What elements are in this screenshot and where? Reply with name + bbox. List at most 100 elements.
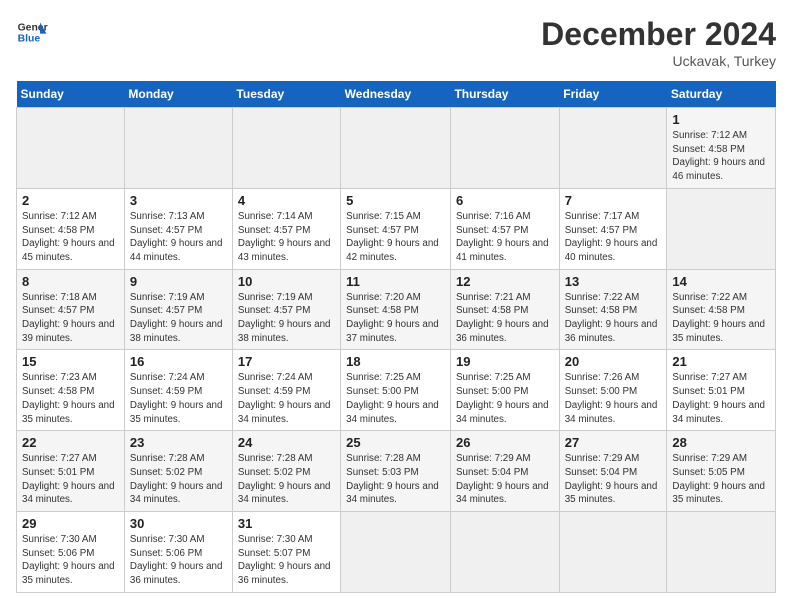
day-number: 15: [22, 354, 119, 369]
calendar-cell: 3Sunrise: 7:13 AMSunset: 4:57 PMDaylight…: [124, 188, 232, 269]
calendar-cell: 24Sunrise: 7:28 AMSunset: 5:02 PMDayligh…: [232, 431, 340, 512]
day-of-week-header: Wednesday: [341, 81, 451, 108]
day-info: Sunrise: 7:25 AMSunset: 5:00 PMDaylight:…: [456, 371, 554, 426]
day-of-week-header: Sunday: [17, 81, 125, 108]
calendar-cell: 31Sunrise: 7:30 AMSunset: 5:07 PMDayligh…: [232, 512, 340, 593]
day-info: Sunrise: 7:30 AMSunset: 5:07 PMDaylight:…: [238, 533, 335, 588]
calendar-cell: [559, 108, 667, 189]
calendar-cell: 16Sunrise: 7:24 AMSunset: 4:59 PMDayligh…: [124, 350, 232, 431]
calendar-cell: 6Sunrise: 7:16 AMSunset: 4:57 PMDaylight…: [450, 188, 559, 269]
day-info: Sunrise: 7:27 AMSunset: 5:01 PMDaylight:…: [672, 371, 770, 426]
calendar-cell: [667, 188, 776, 269]
calendar-table: SundayMondayTuesdayWednesdayThursdayFrid…: [16, 81, 776, 593]
calendar-cell: [450, 512, 559, 593]
calendar-cell: [232, 108, 340, 189]
calendar-cell: 26 Sunrise: 7:29 AMSunset: 5:04 PMDayligh…: [450, 431, 559, 512]
calendar-cell: 13 Sunrise: 7:22 AMSunset: 4:58 PMDayligh…: [559, 269, 667, 350]
day-number: 20: [565, 354, 662, 369]
calendar-cell: [667, 512, 776, 593]
calendar-cell: 17 Sunrise: 7:24 AMSunset: 4:59 PMDayligh…: [232, 350, 340, 431]
day-number: 18: [346, 354, 445, 369]
calendar-cell: [559, 512, 667, 593]
calendar-cell: 19 Sunrise: 7:25 AMSunset: 5:00 PMDayligh…: [450, 350, 559, 431]
calendar-week-row: 8Sunrise: 7:18 AMSunset: 4:57 PMDaylight…: [17, 269, 776, 350]
calendar-cell: 9Sunrise: 7:19 AMSunset: 4:57 PMDaylight…: [124, 269, 232, 350]
day-of-week-header: Tuesday: [232, 81, 340, 108]
day-info: Sunrise: 7:14 AMSunset: 4:57 PMDaylight:…: [238, 210, 335, 265]
header-section: General Blue December 2024 Uckavak, Turk…: [16, 16, 776, 69]
day-info: Sunrise: 7:30 AMSunset: 5:06 PMDaylight:…: [22, 533, 119, 588]
day-number: 16: [130, 354, 227, 369]
day-info: Sunrise: 7:21 AMSunset: 4:58 PMDaylight:…: [456, 291, 554, 346]
day-number: 26: [456, 435, 554, 450]
calendar-week-row: 29 Sunrise: 7:30 AMSunset: 5:06 PMDayligh…: [17, 512, 776, 593]
day-info: Sunrise: 7:28 AMSunset: 5:03 PMDaylight:…: [346, 452, 445, 507]
day-info: Sunrise: 7:20 AMSunset: 4:58 PMDaylight:…: [346, 291, 445, 346]
month-title: December 2024: [541, 16, 776, 53]
day-info: Sunrise: 7:17 AMSunset: 4:57 PMDaylight:…: [565, 210, 662, 265]
day-of-week-header: Monday: [124, 81, 232, 108]
calendar-cell: 18 Sunrise: 7:25 AMSunset: 5:00 PMDayligh…: [341, 350, 451, 431]
calendar-cell: 20 Sunrise: 7:26 AMSunset: 5:00 PMDayligh…: [559, 350, 667, 431]
calendar-cell: 2 Sunrise: 7:12 AMSunset: 4:58 PMDaylight…: [17, 188, 125, 269]
calendar-cell: 30 Sunrise: 7:30 AMSunset: 5:06 PMDayligh…: [124, 512, 232, 593]
day-number: 24: [238, 435, 335, 450]
day-number: 3: [130, 193, 227, 208]
day-info: Sunrise: 7:29 AMSunset: 5:04 PMDaylight:…: [565, 452, 662, 507]
day-number: 1: [672, 112, 770, 127]
day-info: Sunrise: 7:22 AMSunset: 4:58 PMDaylight:…: [565, 291, 662, 346]
day-info: Sunrise: 7:29 AMSunset: 5:05 PMDaylight:…: [672, 452, 770, 507]
calendar-cell: 28 Sunrise: 7:29 AMSunset: 5:05 PMDayligh…: [667, 431, 776, 512]
calendar-cell: [17, 108, 125, 189]
calendar-cell: 23Sunrise: 7:28 AMSunset: 5:02 PMDayligh…: [124, 431, 232, 512]
day-info: Sunrise: 7:29 AMSunset: 5:04 PMDaylight:…: [456, 452, 554, 507]
calendar-cell: 11Sunrise: 7:20 AMSunset: 4:58 PMDayligh…: [341, 269, 451, 350]
day-number: 21: [672, 354, 770, 369]
day-number: 2: [22, 193, 119, 208]
day-info: Sunrise: 7:15 AMSunset: 4:57 PMDaylight:…: [346, 210, 445, 265]
calendar-cell: 14Sunrise: 7:22 AMSunset: 4:58 PMDayligh…: [667, 269, 776, 350]
day-info: Sunrise: 7:12 AMSunset: 4:58 PMDaylight:…: [672, 129, 770, 184]
day-number: 30: [130, 516, 227, 531]
calendar-cell: [341, 512, 451, 593]
day-info: Sunrise: 7:26 AMSunset: 5:00 PMDaylight:…: [565, 371, 662, 426]
calendar-cell: 27 Sunrise: 7:29 AMSunset: 5:04 PMDayligh…: [559, 431, 667, 512]
day-number: 12: [456, 274, 554, 289]
calendar-cell: 12 Sunrise: 7:21 AMSunset: 4:58 PMDayligh…: [450, 269, 559, 350]
day-number: 17: [238, 354, 335, 369]
day-info: Sunrise: 7:19 AMSunset: 4:57 PMDaylight:…: [238, 291, 335, 346]
location: Uckavak, Turkey: [541, 53, 776, 69]
title-block: December 2024 Uckavak, Turkey: [541, 16, 776, 69]
day-info: Sunrise: 7:27 AMSunset: 5:01 PMDaylight:…: [22, 452, 119, 507]
day-number: 28: [672, 435, 770, 450]
day-of-week-header: Saturday: [667, 81, 776, 108]
day-number: 29: [22, 516, 119, 531]
calendar-cell: 5 Sunrise: 7:15 AMSunset: 4:57 PMDaylight…: [341, 188, 451, 269]
day-info: Sunrise: 7:30 AMSunset: 5:06 PMDaylight:…: [130, 533, 227, 588]
day-number: 7: [565, 193, 662, 208]
day-info: Sunrise: 7:12 AMSunset: 4:58 PMDaylight:…: [22, 210, 119, 265]
calendar-cell: [124, 108, 232, 189]
calendar-cell: 10Sunrise: 7:19 AMSunset: 4:57 PMDayligh…: [232, 269, 340, 350]
header-row: SundayMondayTuesdayWednesdayThursdayFrid…: [17, 81, 776, 108]
day-number: 13: [565, 274, 662, 289]
calendar-cell: 8Sunrise: 7:18 AMSunset: 4:57 PMDaylight…: [17, 269, 125, 350]
day-of-week-header: Thursday: [450, 81, 559, 108]
calendar-cell: 21 Sunrise: 7:27 AMSunset: 5:01 PMDayligh…: [667, 350, 776, 431]
logo-icon: General Blue: [16, 16, 48, 48]
calendar-cell: 29 Sunrise: 7:30 AMSunset: 5:06 PMDayligh…: [17, 512, 125, 593]
calendar-cell: 15 Sunrise: 7:23 AMSunset: 4:58 PMDayligh…: [17, 350, 125, 431]
calendar-cell: 25Sunrise: 7:28 AMSunset: 5:03 PMDayligh…: [341, 431, 451, 512]
day-number: 14: [672, 274, 770, 289]
logo: General Blue: [16, 16, 48, 48]
day-number: 5: [346, 193, 445, 208]
day-number: 19: [456, 354, 554, 369]
svg-text:Blue: Blue: [18, 34, 41, 45]
day-info: Sunrise: 7:23 AMSunset: 4:58 PMDaylight:…: [22, 371, 119, 426]
calendar-week-row: 1 Sunrise: 7:12 AMSunset: 4:58 PMDaylight…: [17, 108, 776, 189]
day-number: 9: [130, 274, 227, 289]
day-info: Sunrise: 7:25 AMSunset: 5:00 PMDaylight:…: [346, 371, 445, 426]
day-info: Sunrise: 7:24 AMSunset: 4:59 PMDaylight:…: [238, 371, 335, 426]
calendar-cell: [450, 108, 559, 189]
day-number: 27: [565, 435, 662, 450]
